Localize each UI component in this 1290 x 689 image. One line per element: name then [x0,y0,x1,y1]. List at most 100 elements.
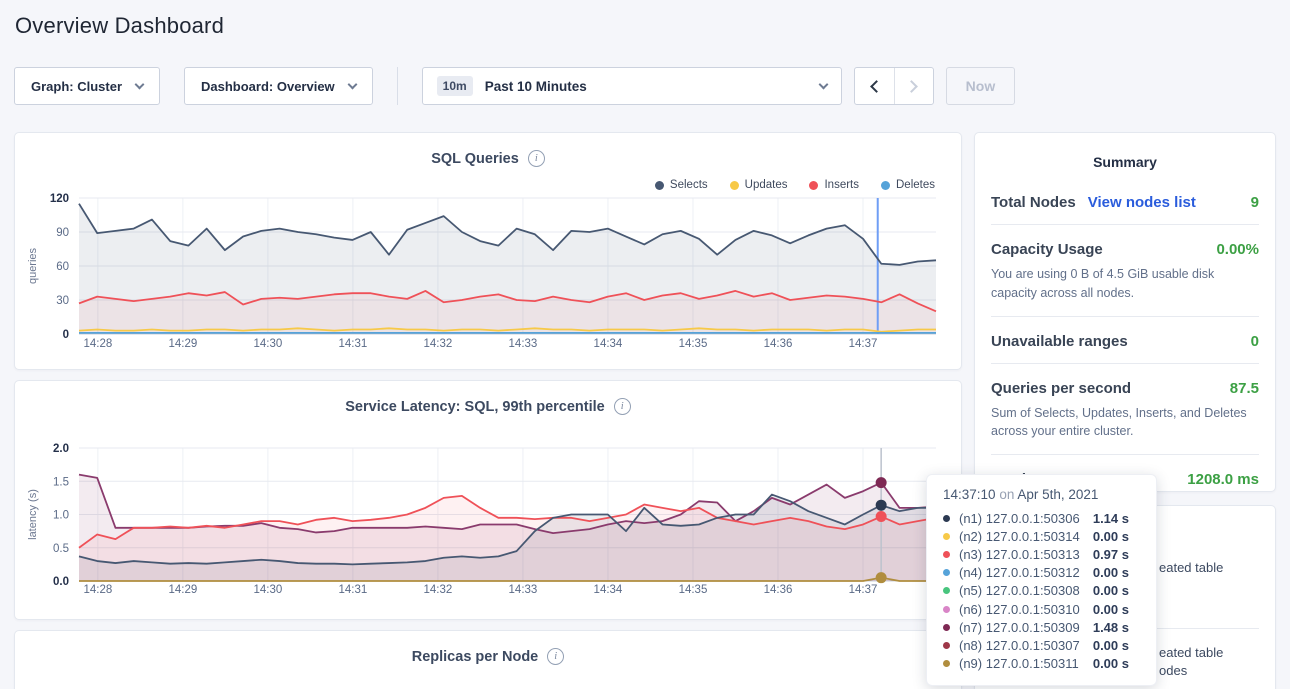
node-address: (n2) 127.0.0.1:50314 [959,529,1080,544]
node-color-dot [943,515,950,522]
event-text-fragment: eated table [1159,645,1223,660]
summary-value: 0.00% [1216,241,1259,258]
graph-selector-label: Graph: Cluster [31,79,122,94]
svg-text:14:36: 14:36 [764,584,793,596]
node-color-dot [943,660,950,667]
svg-text:60: 60 [56,261,69,273]
event-text-fragment: eated table [1159,560,1223,575]
tooltip-node-row: (n9) 127.0.0.1:50311 0.00 s [943,655,1156,673]
summary-label: Queries per second [991,380,1131,397]
summary-title: Summary [991,133,1259,178]
svg-text:1.0: 1.0 [53,510,69,522]
step-forward-button[interactable] [894,68,933,104]
replicas-chart-card: Replicas per Node i [14,630,962,689]
toolbar-divider [397,67,398,105]
summary-row-unavailable-ranges: Unavailable ranges 0 [991,317,1259,364]
summary-value: 87.5 [1230,380,1259,397]
node-color-dot [943,533,950,540]
svg-text:1.5: 1.5 [53,476,69,488]
summary-label: Total Nodes [991,194,1076,211]
summary-row-capacity: Capacity Usage 0.00% You are using 0 B o… [991,225,1259,317]
tooltip-node-row: (n3) 127.0.0.1:50313 0.97 s [943,545,1156,563]
summary-label: Unavailable ranges [991,333,1128,350]
tooltip-rows: (n1) 127.0.0.1:503061.14 s(n2) 127.0.0.1… [943,509,1156,673]
page-title: Overview Dashboard [15,13,224,39]
svg-text:14:30: 14:30 [253,338,282,350]
svg-text:14:34: 14:34 [594,584,623,596]
tooltip-node-row: (n7) 127.0.0.1:503091.48 s [943,618,1156,636]
svg-text:0.5: 0.5 [53,543,69,555]
svg-text:14:32: 14:32 [424,338,453,350]
svg-text:14:32: 14:32 [424,584,453,596]
node-color-dot [943,624,950,631]
svg-text:14:33: 14:33 [509,338,538,350]
node-address: (n8) 127.0.0.1:50307 [959,638,1080,653]
tooltip-node-row: (n2) 127.0.0.1:503140.00 s [943,527,1156,545]
sql-queries-chart[interactable]: 14:2814:2914:3014:3114:3214:3314:3414:35… [15,133,961,369]
svg-text:30: 30 [56,295,69,307]
time-range-dropdown[interactable]: 10m Past 10 Minutes [422,67,842,105]
svg-text:14:29: 14:29 [168,338,197,350]
node-latency-value: 0.00 s [1093,565,1156,580]
node-color-dot [943,569,950,576]
tooltip-node-row: (n8) 127.0.0.1:50307 0.00 s [943,636,1156,654]
summary-row-total-nodes: Total Nodes View nodes list 9 [991,178,1259,225]
tooltip-node-row: (n5) 127.0.0.1:503080.00 s [943,582,1156,600]
svg-text:14:37: 14:37 [849,338,878,350]
tooltip-node-row: (n4) 127.0.0.1:50312 0.00 s [943,564,1156,582]
summary-value: 0 [1251,333,1259,350]
svg-text:latency (s): latency (s) [27,489,39,540]
graph-selector-dropdown[interactable]: Graph: Cluster [14,67,160,105]
node-address: (n3) 127.0.0.1:50313 [959,547,1080,562]
chart-hover-tooltip: 14:37:10 on Apr 5th, 2021 (n1) 127.0.0.1… [926,474,1157,686]
svg-text:0.0: 0.0 [53,576,69,588]
svg-text:14:33: 14:33 [509,584,538,596]
tooltip-time: 14:37:10 [943,487,996,502]
dashboard-selector-label: Dashboard: Overview [201,79,335,94]
chart-title: Replicas per Node [412,649,539,665]
svg-text:14:28: 14:28 [83,338,112,350]
view-nodes-list-link[interactable]: View nodes list [1088,194,1196,211]
node-color-dot [943,587,950,594]
svg-text:2.0: 2.0 [53,443,69,455]
node-address: (n9) 127.0.0.1:50311 [959,656,1079,671]
summary-panel: Summary Total Nodes View nodes list 9 Ca… [974,132,1276,492]
chevron-down-icon [135,79,145,89]
time-range-label: Past 10 Minutes [485,79,587,94]
svg-text:120: 120 [50,193,69,205]
latency-chart[interactable]: 14:2814:2914:3014:3114:3214:3314:3414:35… [15,381,961,619]
summary-description: You are using 0 B of 4.5 GiB usable disk… [991,265,1259,303]
node-color-dot [943,606,950,613]
svg-text:14:36: 14:36 [764,338,793,350]
summary-row-qps: Queries per second 87.5 Sum of Selects, … [991,364,1259,456]
node-latency-value: 0.00 s [1093,638,1156,653]
now-button[interactable]: Now [946,67,1016,105]
node-color-dot [943,642,950,649]
svg-text:14:35: 14:35 [679,584,708,596]
chevron-down-icon [818,79,828,89]
svg-text:14:30: 14:30 [253,584,282,596]
step-back-button[interactable] [855,68,894,104]
summary-value: 1208.0 ms [1187,471,1259,488]
svg-text:14:31: 14:31 [339,584,368,596]
node-latency-value: 0.00 s [1093,583,1156,598]
svg-text:14:29: 14:29 [168,584,197,596]
sql-queries-chart-card: SQL Queries i Selects Updates Inserts De… [14,132,962,370]
summary-label: Capacity Usage [991,241,1103,258]
chevron-down-icon [347,79,357,89]
dashboard-selector-dropdown[interactable]: Dashboard: Overview [184,67,373,105]
chevron-left-icon [870,80,883,93]
info-icon[interactable]: i [547,648,564,665]
svg-text:14:31: 14:31 [339,338,368,350]
svg-text:14:34: 14:34 [594,338,623,350]
tooltip-timestamp: 14:37:10 on Apr 5th, 2021 [943,487,1156,502]
tooltip-connector: on [999,487,1014,502]
latency-chart-card: Service Latency: SQL, 99th percentile i … [14,380,962,620]
node-latency-value: 0.97 s [1093,547,1156,562]
node-latency-value: 1.48 s [1093,620,1156,635]
svg-text:0: 0 [63,329,69,341]
node-address: (n1) 127.0.0.1:50306 [959,511,1080,526]
node-latency-value: 0.00 s [1093,656,1156,671]
node-address: (n4) 127.0.0.1:50312 [959,565,1080,580]
node-address: (n6) 127.0.0.1:50310 [959,602,1080,617]
